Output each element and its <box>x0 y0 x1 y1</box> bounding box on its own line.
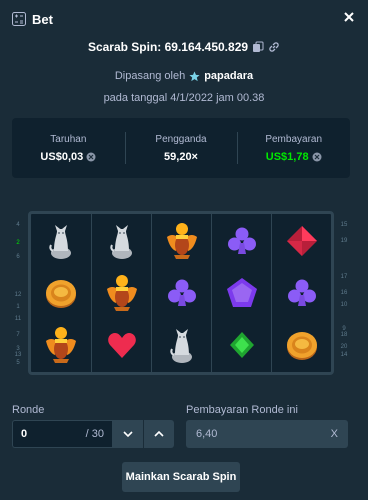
multiplier-value: 59,20× <box>164 150 198 163</box>
reel <box>271 214 331 372</box>
heart-icon <box>92 319 152 371</box>
green-diamond-icon <box>212 319 272 371</box>
stat-value: US$0,03 <box>40 151 96 163</box>
game-title: Scarab Spin: 69.164.450.829 <box>0 40 368 54</box>
reel <box>91 214 151 372</box>
modal-title: Bet <box>32 11 53 27</box>
line-number: 1 <box>16 304 20 310</box>
scarab-icon <box>92 267 152 319</box>
line-number: 15 <box>340 222 348 228</box>
line-number: 10 <box>340 302 348 308</box>
star-icon <box>189 70 200 81</box>
line-number: 19 <box>340 238 348 244</box>
stat-payout: Pembayaran US$1,78 <box>237 118 350 178</box>
username[interactable]: papadara <box>204 70 253 82</box>
line-number: 6 <box>16 254 20 260</box>
purple-club-icon <box>212 215 272 267</box>
scarab-icon <box>31 319 91 371</box>
link-icon[interactable] <box>268 41 280 53</box>
round-payout-value: 6,40 <box>196 428 218 440</box>
chevron-up-icon <box>154 430 164 437</box>
payout-amount: US$1,78 <box>265 150 309 163</box>
gold-coin-icon <box>31 267 91 319</box>
stat-value: US$1,78 <box>266 151 322 163</box>
stat-bet: Taruhan US$0,03 <box>12 118 125 178</box>
line-number: 5 <box>16 360 20 366</box>
round-label: Ronde <box>12 404 45 416</box>
line-number: 16 <box>340 290 348 296</box>
stat-multiplier: Pengganda 59,20× <box>124 118 238 178</box>
line-number: 11 <box>14 316 22 322</box>
currency-icon <box>86 152 96 161</box>
round-up-button[interactable] <box>143 420 174 448</box>
bet-amount: US$0,03 <box>40 150 84 163</box>
round-input[interactable]: 0 / 30 <box>12 420 112 448</box>
purple-pentagon-icon <box>212 267 272 319</box>
reel <box>31 214 91 372</box>
gold-coin-icon <box>272 319 332 371</box>
round-total: / 30 <box>85 428 104 440</box>
game-title-text: Scarab Spin: 69.164.450.829 <box>87 40 249 54</box>
line-number: 4 <box>16 222 20 228</box>
modal-header: Bet <box>0 0 368 38</box>
stat-label: Pengganda <box>155 133 207 145</box>
cat-statue-icon <box>152 319 212 371</box>
red-diamond-icon <box>272 215 332 267</box>
line-number: 18 <box>340 332 348 338</box>
play-scarab-spin-button[interactable]: Mainkan Scarab Spin <box>122 462 240 492</box>
line-number: 20 <box>340 344 348 350</box>
line-number: 14 <box>340 352 348 358</box>
reel <box>151 214 211 372</box>
purple-club-icon <box>152 267 212 319</box>
line-number: 7 <box>16 332 20 338</box>
currency-icon <box>312 152 322 161</box>
purple-club-icon <box>272 267 332 319</box>
round-payout-field: 6,40 X <box>186 420 348 448</box>
slot-board-wrapper: 4 2 6 12 1 11 7 3 13 5 15 19 17 16 10 9 18 20 14 <box>12 208 350 378</box>
line-number: 12 <box>14 292 22 298</box>
round-payout-label: Pembayaran Ronde ini <box>186 404 298 416</box>
placed-by: Dipasang oleh papadara <box>0 70 368 82</box>
bet-stats: Taruhan US$0,03 Pengganda 59,20× Pembaya… <box>12 118 350 178</box>
line-number: 17 <box>340 274 348 280</box>
line-number: 2 <box>16 240 20 246</box>
chevron-down-icon <box>122 431 133 438</box>
cat-statue-icon <box>92 215 152 267</box>
placed-by-label: Dipasang oleh <box>114 70 186 82</box>
bet-icon <box>12 12 26 26</box>
stat-label: Pembayaran <box>265 133 323 145</box>
bet-date: pada tanggal 4/1/2022 jam 00.38 <box>103 92 265 104</box>
close-icon[interactable] <box>342 10 356 24</box>
round-value[interactable]: 0 <box>21 428 27 440</box>
stat-label: Taruhan <box>50 133 87 145</box>
scarab-icon <box>152 215 212 267</box>
cat-statue-icon <box>31 215 91 267</box>
clear-x: X <box>330 428 338 440</box>
copy-icon[interactable] <box>252 41 264 53</box>
round-down-button[interactable] <box>112 420 143 448</box>
reel <box>211 214 271 372</box>
slot-board <box>28 211 334 375</box>
line-number: 13 <box>14 352 22 358</box>
